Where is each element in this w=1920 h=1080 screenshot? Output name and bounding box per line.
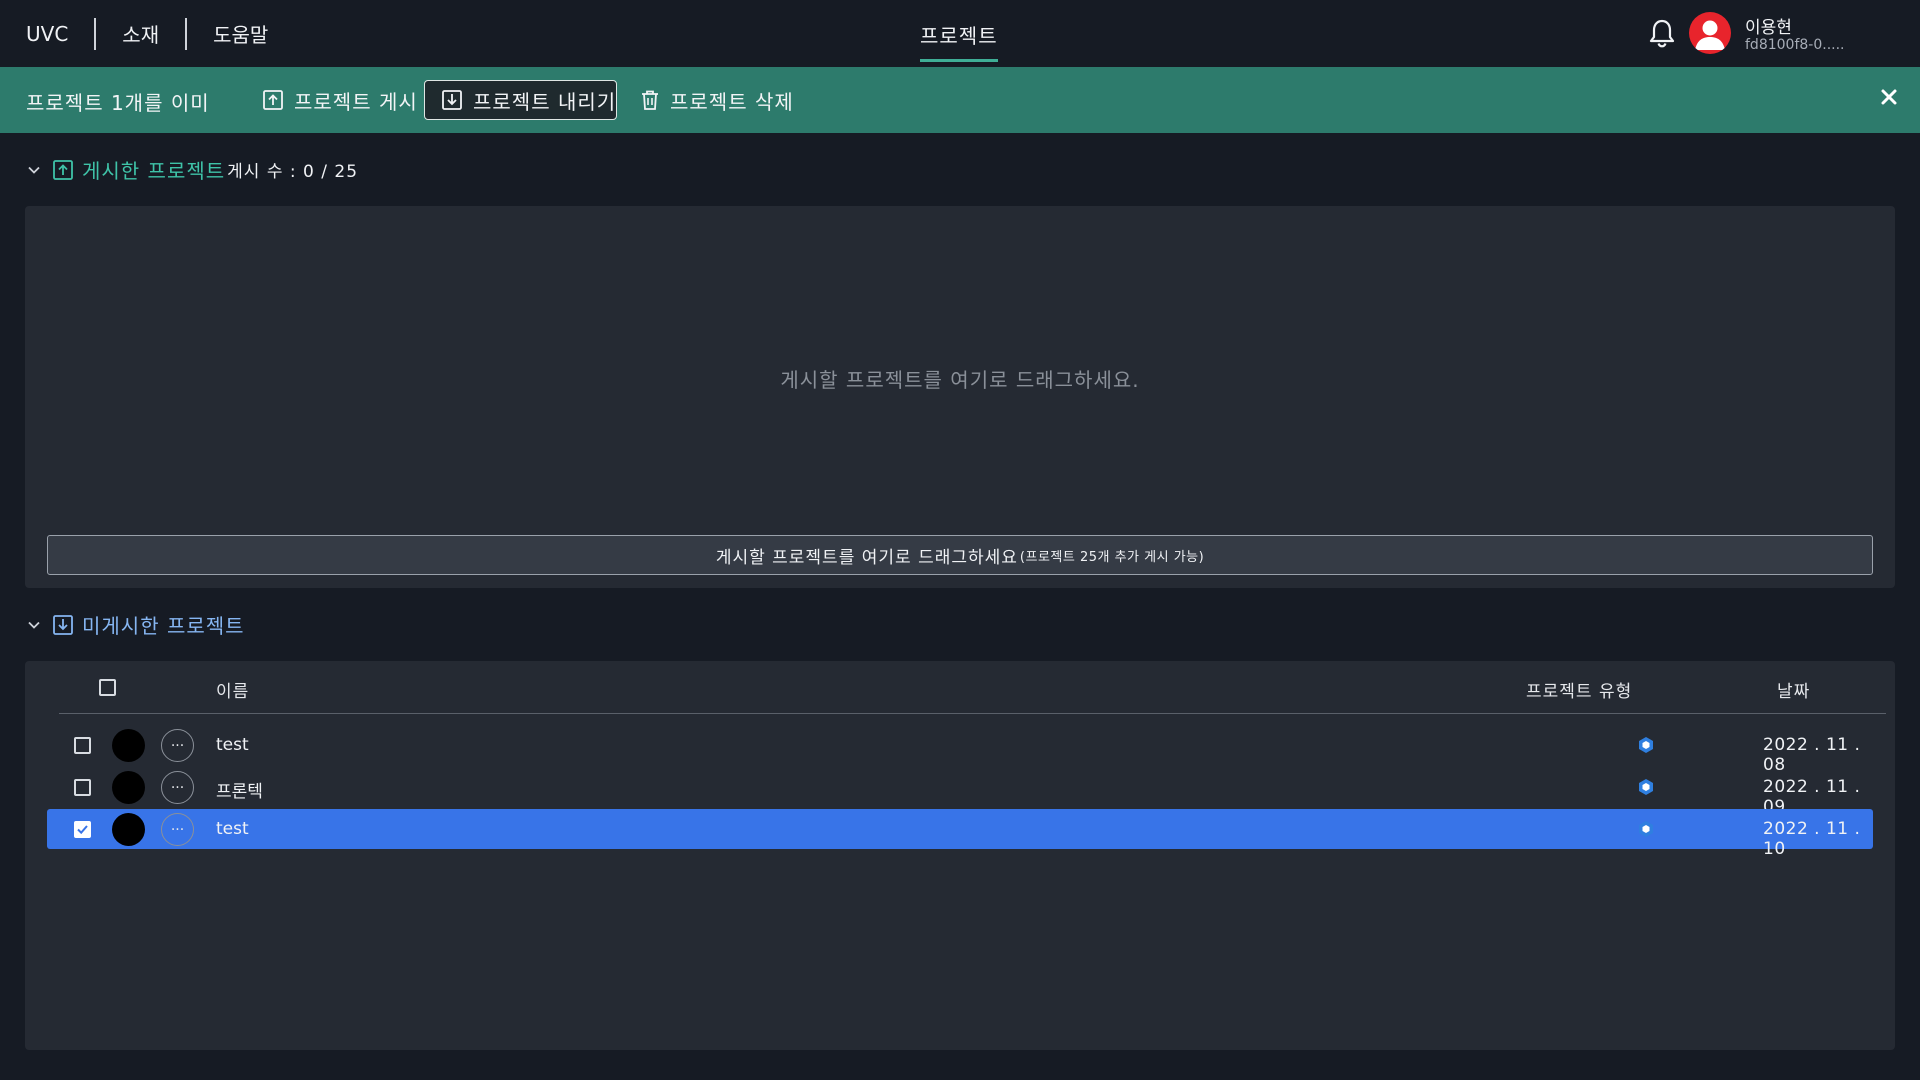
unpublished-section-header: 미게시한 프로젝트 bbox=[26, 610, 245, 639]
close-icon[interactable] bbox=[1876, 84, 1902, 110]
nav-materials[interactable]: 소재 bbox=[122, 19, 159, 48]
published-section-header: 게시한 프로젝트 게시 수 : 0 / 25 bbox=[26, 155, 358, 184]
drop-bar-subtext: (프로젝트 25개 추가 게시 가능) bbox=[1019, 549, 1205, 565]
nav-divider bbox=[185, 17, 188, 50]
selection-action-bar: 프로젝트 1개를 이미 프로젝트 게시 프로젝트 내리기 프로젝트 삭제 bbox=[0, 67, 1920, 133]
chevron-down-icon[interactable] bbox=[26, 162, 42, 178]
bell-icon[interactable] bbox=[1648, 18, 1676, 48]
chevron-down-icon[interactable] bbox=[26, 617, 42, 633]
user-avatar-icon[interactable] bbox=[1689, 12, 1731, 54]
user-id: fd8100f8-0..... bbox=[1745, 37, 1845, 53]
table-row[interactable]: ··· 프론텍 2022 . 11 . 09 bbox=[47, 767, 1873, 817]
download-icon bbox=[442, 90, 462, 110]
top-bar: UVC 소재 도움말 프로젝트 이용현 fd8100f8-0..... bbox=[0, 0, 1920, 67]
row-checkbox[interactable] bbox=[74, 737, 91, 754]
row-checkbox[interactable] bbox=[74, 821, 91, 838]
table-row[interactable]: ··· test 2022 . 11 . 08 bbox=[47, 725, 1873, 775]
delete-project-label: 프로젝트 삭제 bbox=[670, 89, 794, 114]
project-date: 2022 . 11 . 10 bbox=[1763, 819, 1861, 859]
project-type-icon bbox=[1639, 821, 1653, 837]
upload-icon bbox=[263, 90, 283, 110]
more-icon[interactable]: ··· bbox=[161, 771, 194, 804]
column-date[interactable]: 날짜 bbox=[1777, 677, 1810, 702]
drop-target-bar[interactable]: 게시할 프로젝트를 여기로 드래그하세요 (프로젝트 25개 추가 게시 가능) bbox=[47, 535, 1873, 575]
unpublished-section-title: 미게시한 프로젝트 bbox=[82, 614, 245, 638]
drop-hint-text: 게시할 프로젝트를 여기로 드래그하세요. bbox=[780, 368, 1140, 392]
select-all-checkbox[interactable] bbox=[99, 679, 116, 696]
tab-projects[interactable]: 프로젝트 bbox=[920, 20, 998, 62]
more-icon[interactable]: ··· bbox=[161, 729, 194, 762]
user-name[interactable]: 이용현 bbox=[1745, 13, 1792, 38]
top-nav: UVC 소재 도움말 bbox=[26, 0, 268, 67]
nav-help[interactable]: 도움말 bbox=[213, 19, 268, 48]
project-thumbnail[interactable] bbox=[112, 729, 145, 762]
project-name: 프론텍 bbox=[216, 782, 263, 802]
project-type-icon bbox=[1639, 737, 1653, 753]
drop-bar-text: 게시할 프로젝트를 여기로 드래그하세요 bbox=[715, 547, 1018, 568]
project-name: test bbox=[216, 819, 249, 839]
publish-project-button[interactable]: 프로젝트 게시 bbox=[262, 80, 418, 120]
row-checkbox[interactable] bbox=[74, 779, 91, 796]
unpublished-projects-table: 이름 프로젝트 유형 날짜 ··· test 2022 . 11 . 08 ··… bbox=[25, 661, 1895, 1050]
table-header: 이름 프로젝트 유형 날짜 bbox=[59, 661, 1886, 714]
table-row[interactable]: ··· test 2022 . 11 . 10 bbox=[47, 809, 1873, 859]
delete-project-button[interactable]: 프로젝트 삭제 bbox=[640, 80, 794, 120]
project-type-icon bbox=[1639, 779, 1653, 795]
download-icon bbox=[53, 614, 73, 635]
project-name: test bbox=[216, 735, 249, 755]
unpublish-project-button[interactable]: 프로젝트 내리기 bbox=[424, 80, 617, 120]
column-name[interactable]: 이름 bbox=[216, 677, 249, 702]
publish-project-label: 프로젝트 게시 bbox=[294, 89, 418, 114]
column-project-type[interactable]: 프로젝트 유형 bbox=[1526, 677, 1632, 702]
unpublish-project-label: 프로젝트 내리기 bbox=[473, 89, 617, 114]
published-drop-zone[interactable]: 게시할 프로젝트를 여기로 드래그하세요. 게시할 프로젝트를 여기로 드래그하… bbox=[25, 206, 1895, 588]
published-section-title: 게시한 프로젝트 bbox=[82, 159, 226, 183]
selection-count-text: 프로젝트 1개를 이미 bbox=[26, 91, 210, 115]
upload-icon bbox=[53, 159, 73, 180]
nav-divider bbox=[94, 17, 97, 50]
project-thumbnail[interactable] bbox=[112, 813, 145, 846]
nav-uvc[interactable]: UVC bbox=[26, 22, 68, 46]
more-icon[interactable]: ··· bbox=[161, 813, 194, 846]
published-count: 게시 수 : 0 / 25 bbox=[227, 162, 359, 182]
project-thumbnail[interactable] bbox=[112, 771, 145, 804]
trash-icon bbox=[642, 90, 658, 110]
